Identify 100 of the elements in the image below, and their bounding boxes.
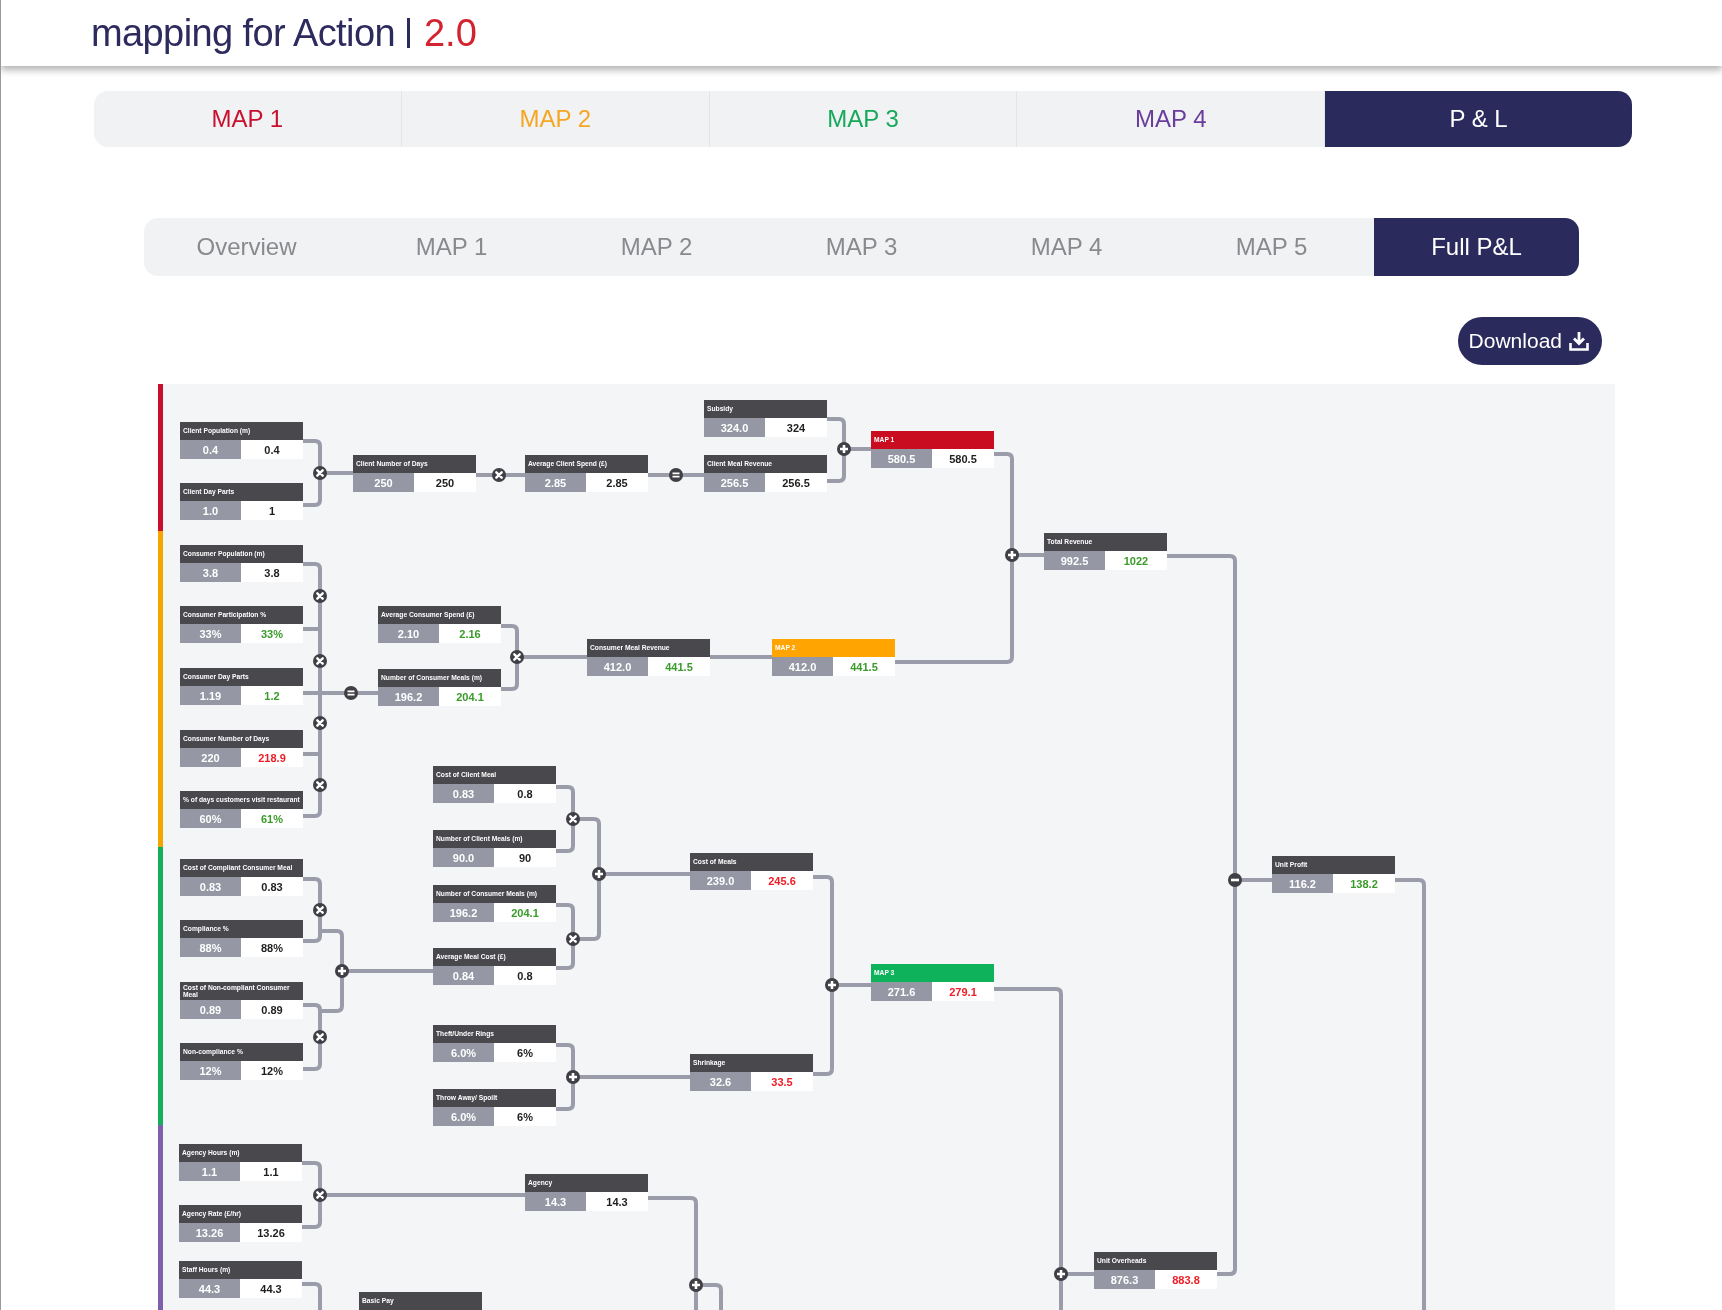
multiply-icon [313, 589, 327, 603]
connector-line [303, 877, 322, 943]
multiply-icon [313, 1030, 327, 1044]
current-value: 324 [765, 418, 827, 437]
current-value: 883.8 [1155, 1270, 1217, 1289]
view-tab[interactable]: MAP 4 [964, 218, 1169, 276]
baseline-value: 116.2 [1272, 874, 1333, 893]
multiply-icon [313, 778, 327, 792]
current-value: 2.16 [439, 624, 501, 643]
current-value: 88% [241, 938, 303, 957]
view-tab[interactable]: Overview [144, 218, 349, 276]
current-value: 1 [241, 501, 303, 520]
baseline-value: 412.0 [587, 657, 648, 676]
multiply-icon [566, 812, 580, 826]
baseline-value: 0.89 [180, 1000, 241, 1019]
map-tab[interactable]: P & L [1325, 91, 1632, 147]
baseline-value: 239.0 [690, 871, 751, 890]
plus-icon [566, 1070, 580, 1084]
current-value: 61% [241, 809, 303, 828]
plus-icon [592, 867, 606, 881]
plus-icon [1054, 1267, 1068, 1281]
current-value: 6% [494, 1107, 556, 1126]
baseline-value: 0.4 [180, 440, 241, 459]
current-value: 218.9 [241, 748, 303, 767]
plus-icon [825, 978, 839, 992]
current-value: 441.5 [648, 657, 710, 676]
baseline-value: 220 [180, 748, 241, 767]
baseline-value: 250 [353, 473, 414, 492]
plus-icon [335, 964, 349, 978]
current-value: 2.85 [586, 473, 648, 492]
view-tab[interactable]: MAP 3 [759, 218, 964, 276]
current-value: 580.5 [932, 449, 994, 468]
download-button[interactable]: Download [1457, 317, 1602, 365]
current-value: 12% [241, 1061, 303, 1080]
baseline-value: 412.0 [772, 657, 833, 676]
view-tab[interactable]: MAP 2 [554, 218, 759, 276]
current-value: 250 [414, 473, 476, 492]
current-value: 44.3 [240, 1279, 302, 1298]
current-value: 33.5 [751, 1072, 813, 1091]
current-value: 0.4 [241, 440, 303, 459]
baseline-value: 196.2 [433, 903, 494, 922]
equals-icon [344, 686, 358, 700]
baseline-value: 60% [180, 809, 241, 828]
map-tab[interactable]: MAP 1 [94, 91, 402, 147]
baseline-value: 1.0 [180, 501, 241, 520]
baseline-value: 1.19 [180, 686, 241, 705]
plus-icon [1005, 548, 1019, 562]
baseline-value: 6.0% [433, 1043, 494, 1062]
baseline-value: 90.0 [433, 848, 494, 867]
current-value: 3.8 [241, 563, 303, 582]
baseline-value: 3.8 [180, 563, 241, 582]
baseline-value: 0.83 [180, 877, 241, 896]
current-value: 0.83 [241, 877, 303, 896]
connector-line [710, 655, 772, 659]
multiply-icon [313, 1188, 327, 1202]
current-value: 256.5 [765, 473, 827, 492]
baseline-value: 992.5 [1044, 551, 1105, 570]
equals-icon [669, 468, 683, 482]
plus-icon [689, 1278, 703, 1292]
baseline-value: 256.5 [704, 473, 765, 492]
baseline-value: 0.83 [433, 784, 494, 803]
connector-line [302, 1282, 322, 1310]
current-value: 0.8 [494, 966, 556, 985]
baseline-value: 2.85 [525, 473, 586, 492]
current-value: 1022 [1105, 551, 1167, 570]
baseline-value: 1.1 [179, 1162, 240, 1181]
logo-wordmark: mapping for Action [91, 11, 395, 55]
current-value: 33% [241, 624, 303, 643]
connector-line [476, 473, 525, 477]
current-value: 0.8 [494, 784, 556, 803]
plus-icon [837, 442, 851, 456]
current-value: 0.89 [241, 1000, 303, 1019]
multiply-icon [313, 903, 327, 917]
view-tab[interactable]: Full P&L [1374, 218, 1579, 276]
connector-line [303, 1003, 322, 1071]
current-value: 204.1 [494, 903, 556, 922]
current-value: 6% [494, 1043, 556, 1062]
baseline-value: 2.10 [378, 624, 439, 643]
baseline-value: 13.26 [179, 1223, 240, 1242]
current-value: 13.26 [240, 1223, 302, 1242]
baseline-value: 271.6 [871, 982, 932, 1001]
current-value: 1.2 [241, 686, 303, 705]
map-tab[interactable]: MAP 2 [401, 91, 710, 147]
current-value: 204.1 [439, 687, 501, 706]
baseline-value: 14.3 [525, 1192, 586, 1211]
baseline-value: 876.3 [1094, 1270, 1155, 1289]
map-tab[interactable]: MAP 3 [709, 91, 1018, 147]
current-value: 441.5 [833, 657, 895, 676]
baseline-value: 324.0 [704, 418, 765, 437]
current-value: 1.1 [240, 1162, 302, 1181]
current-value: 279.1 [932, 982, 994, 1001]
connector-line [648, 473, 704, 477]
baseline-value: 580.5 [871, 449, 932, 468]
multiply-icon [566, 932, 580, 946]
baseline-value: 44.3 [179, 1279, 240, 1298]
view-tab[interactable]: MAP 1 [349, 218, 554, 276]
baseline-value: 32.6 [690, 1072, 751, 1091]
current-value: 245.6 [751, 871, 813, 890]
multiply-icon [510, 650, 524, 664]
view-tab[interactable]: MAP 5 [1169, 218, 1374, 276]
